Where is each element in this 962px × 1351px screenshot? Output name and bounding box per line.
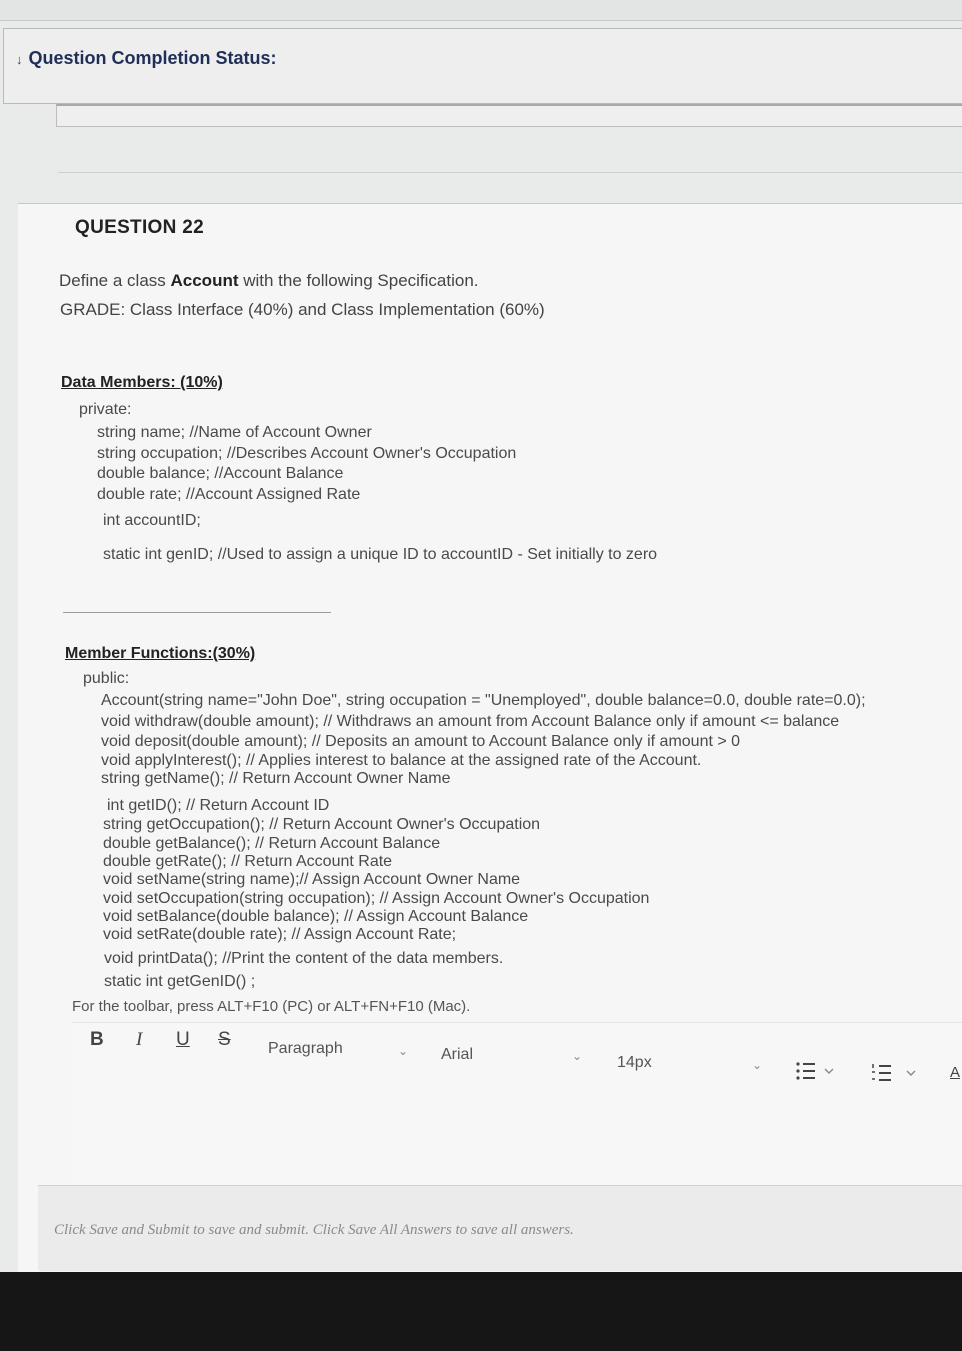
data-member-line: string occupation; //Describes Account O… [97,445,517,462]
toolbar-hint: For the toolbar, press ALT+F10 (PC) or A… [72,998,471,1015]
public-label: public: [83,670,130,687]
bullet-list-icon [796,1062,834,1080]
font-size-select[interactable]: 14px [617,1054,652,1072]
question-intro: Define a class Account with the followin… [59,271,479,290]
caret-down-icon[interactable]: ⌄ [398,1044,408,1058]
bold-button[interactable]: B [90,1029,104,1051]
data-member-line: static int genID; //Used to assign a uni… [103,546,658,563]
member-function-line: static int getGenID() ; [104,973,256,990]
divider [58,172,962,173]
data-members-heading: Data Members: (10%) [61,374,223,391]
grade-line: GRADE: Class Interface (40%) and Class I… [60,300,545,319]
member-function-line: void setRate(double rate); // Assign Acc… [103,926,457,943]
member-function-line: void printData(); //Print the content of… [104,950,504,967]
member-functions-heading: Member Functions:(30%) [65,645,256,662]
numbered-list-icon [872,1064,916,1081]
member-function-line: void deposit(double amount); // Deposits… [101,733,741,750]
bullet-list-button[interactable] [795,1060,835,1087]
answer-editor[interactable] [72,1022,962,1188]
member-function-line: double getBalance(); // Return Account B… [103,835,441,852]
data-member-line: double rate; //Account Assigned Rate [97,486,361,503]
member-function-line: void withdraw(double amount); // Withdra… [101,713,840,730]
text-color-button[interactable]: A [950,1064,960,1081]
save-instructions: Click Save and Submit to save and submit… [54,1222,574,1238]
numbered-list-button[interactable] [871,1062,917,1089]
private-label: private: [79,401,132,418]
monitor-bezel [0,1272,962,1351]
class-name: Account [170,271,239,290]
question-number: QUESTION 22 [75,217,204,238]
member-function-line: void setOccupation(string occupation); /… [103,890,650,907]
chevron-down-icon: ↓ [16,52,23,67]
strikethrough-button[interactable]: S [218,1029,231,1051]
format-select[interactable]: Paragraph [268,1040,343,1058]
caret-down-icon[interactable]: ⌄ [572,1049,582,1063]
data-member-line: string name; //Name of Account Owner [97,424,372,441]
member-function-line: int getID(); // Return Account ID [107,797,330,814]
completion-status-title: Question Completion Status: [28,48,277,68]
member-function-line: double getRate(); // Return Account Rate [103,853,393,870]
completion-progress [56,104,962,127]
member-function-line: void setBalance(double balance); // Assi… [103,908,529,925]
member-function-line: string getName(); // Return Account Owne… [101,770,451,787]
member-function-line: void setName(string name);// Assign Acco… [103,871,521,888]
member-function-line: void applyInterest(); // Applies interes… [101,752,702,769]
member-function-line: string getOccupation(); // Return Accoun… [103,816,541,833]
data-member-line: int accountID; [103,512,201,529]
divider [63,612,331,613]
font-family-select[interactable]: Arial [441,1046,473,1064]
underline-button[interactable]: U [176,1029,190,1051]
member-function-line: Account(string name="John Doe", string o… [101,692,866,709]
data-member-line: double balance; //Account Balance [97,465,344,482]
top-edge [0,0,962,21]
italic-button[interactable]: I [136,1029,142,1051]
caret-down-icon[interactable]: ⌄ [752,1058,762,1072]
completion-status-toggle[interactable]: ↓ Question Completion Status: [16,48,277,69]
